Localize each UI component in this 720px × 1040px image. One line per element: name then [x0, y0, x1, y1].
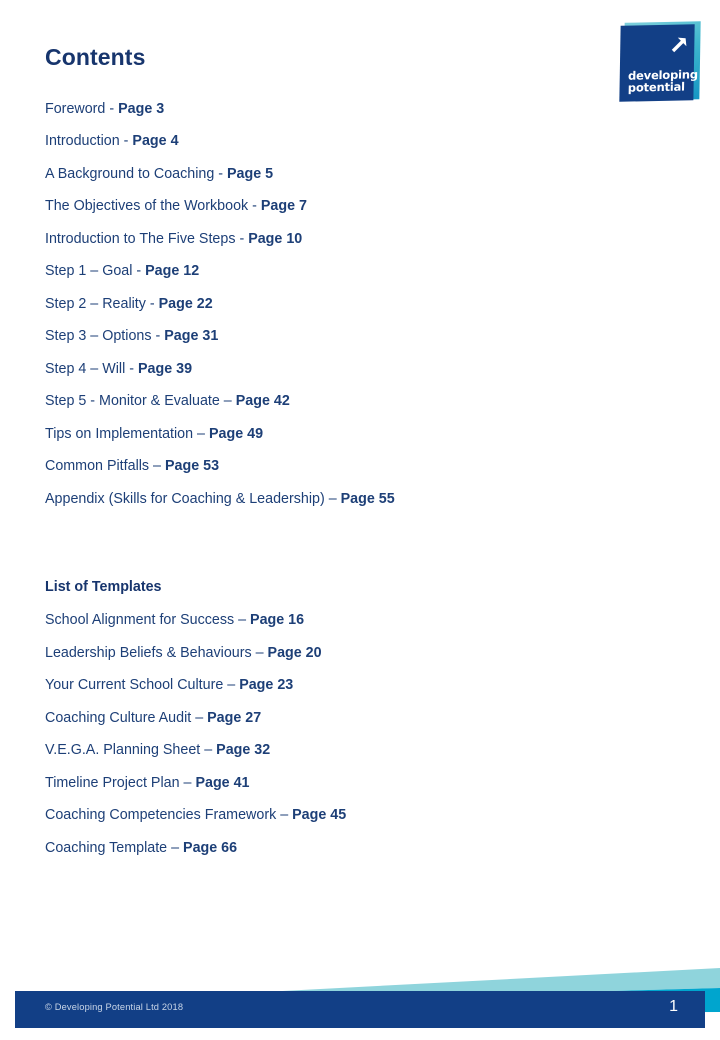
- toc-entry-page: Page 39: [137, 360, 193, 377]
- toc-entry[interactable]: Appendix (Skills for Coaching & Leadersh…: [45, 492, 605, 506]
- template-entry-label: Coaching Culture Audit –: [45, 709, 208, 726]
- toc-entry-page: Page 4: [132, 133, 179, 150]
- template-entry-page: Page 20: [267, 644, 322, 661]
- toc-entry[interactable]: The Objectives of the Workbook - Page 7: [45, 199, 605, 213]
- toc-entry-label: Tips on Implementation –: [45, 425, 209, 442]
- template-entry[interactable]: Coaching Culture Audit – Page 27: [45, 711, 605, 725]
- templates-list: School Alignment for Success – Page 16 Le…: [45, 613, 605, 855]
- template-entry-label: Timeline Project Plan –: [45, 774, 196, 791]
- toc-entry[interactable]: Introduction to The Five Steps - Page 10: [45, 232, 605, 246]
- template-entry[interactable]: V.E.G.A. Planning Sheet – Page 32: [45, 743, 605, 757]
- toc-entry-page: Page 31: [164, 328, 219, 345]
- toc-entry[interactable]: Step 3 – Options - Page 31: [45, 329, 605, 343]
- table-of-contents-list: Foreword - Page 3 Introduction - Page 4 A …: [45, 102, 605, 506]
- toc-entry-page: Page 10: [248, 230, 303, 247]
- developing-potential-logo: developing potential: [619, 21, 701, 104]
- template-entry-label: Your Current School Culture –: [45, 677, 240, 694]
- toc-entry-page: Page 55: [340, 490, 395, 507]
- template-entry-label: V.E.G.A. Planning Sheet –: [45, 742, 217, 759]
- template-entry-page: Page 16: [250, 612, 305, 629]
- arrow-up-right-icon: [666, 32, 692, 58]
- template-entry[interactable]: Timeline Project Plan – Page 41: [45, 776, 605, 790]
- toc-entry[interactable]: Introduction - Page 4: [45, 134, 605, 148]
- toc-entry-label: Step 1 – Goal -: [45, 263, 146, 280]
- page-footer: © Developing Potential Ltd 2018 1: [0, 930, 720, 1040]
- toc-entry[interactable]: Step 2 – Reality - Page 22: [45, 297, 605, 311]
- template-entry-label: School Alignment for Success –: [45, 612, 251, 629]
- template-entry-page: Page 66: [183, 839, 238, 856]
- toc-entry-label: Step 5 - Monitor & Evaluate –: [45, 393, 236, 410]
- template-entry-page: Page 41: [195, 774, 250, 791]
- toc-entry[interactable]: Step 1 – Goal - Page 12: [45, 264, 605, 278]
- toc-entry-page: Page 49: [208, 425, 264, 442]
- toc-entry[interactable]: Common Pitfalls – Page 53: [45, 459, 605, 473]
- toc-entry[interactable]: A Background to Coaching - Page 5: [45, 167, 605, 181]
- toc-entry-label: Step 4 – Will -: [45, 360, 138, 377]
- template-entry[interactable]: School Alignment for Success – Page 16: [45, 613, 605, 627]
- toc-entry[interactable]: Step 5 - Monitor & Evaluate – Page 42: [45, 394, 605, 408]
- page-title: Contents: [45, 44, 146, 70]
- toc-entry-label: Foreword -: [45, 101, 119, 117]
- toc-entry-page: Page 12: [145, 263, 200, 280]
- toc-entry-label: Common Pitfalls –: [45, 458, 165, 475]
- template-entry-label: Coaching Template –: [45, 839, 184, 856]
- toc-entry-label: The Objectives of the Workbook -: [45, 198, 261, 215]
- toc-entry-page: Page 42: [235, 393, 290, 410]
- template-entry[interactable]: Your Current School Culture – Page 23: [45, 678, 605, 692]
- template-entry[interactable]: Coaching Competencies Framework – Page 4…: [45, 808, 605, 822]
- toc-entry-page: Page 22: [158, 295, 213, 312]
- footer-bar: © Developing Potential Ltd 2018 1: [15, 991, 705, 1028]
- template-entry-page: Page 45: [292, 807, 347, 824]
- content-area: Contents Foreword - Page 3 Introduction -…: [45, 44, 605, 873]
- toc-entry-label: Step 3 – Options -: [45, 328, 165, 345]
- toc-entry[interactable]: Tips on Implementation – Page 49: [45, 427, 605, 441]
- toc-entry[interactable]: Step 4 – Will - Page 39: [45, 362, 605, 376]
- page-number: 1: [669, 998, 678, 1015]
- template-entry-page: Page 32: [216, 742, 271, 759]
- toc-entry-page: Page 5: [227, 165, 274, 182]
- toc-entry-label: Step 2 – Reality -: [45, 295, 159, 312]
- toc-entry-label: A Background to Coaching -: [45, 165, 227, 182]
- template-entry[interactable]: Leadership Beliefs & Behaviours – Page 2…: [45, 646, 605, 660]
- toc-entry-page: Page 3: [118, 101, 165, 117]
- logo-wordmark: developing potential: [627, 67, 698, 95]
- template-entry-label: Leadership Beliefs & Behaviours –: [45, 644, 268, 661]
- toc-entry-page: Page 7: [260, 198, 307, 215]
- copyright-text: © Developing Potential Ltd 2018: [45, 1002, 184, 1012]
- toc-entry-page: Page 53: [164, 458, 220, 475]
- toc-entry[interactable]: Foreword - Page 3: [45, 102, 605, 116]
- toc-entry-label: Appendix (Skills for Coaching & Leadersh…: [45, 490, 341, 507]
- toc-entry-label: Introduction -: [45, 133, 133, 150]
- template-entry[interactable]: Coaching Template – Page 66: [45, 841, 605, 855]
- templates-section-title: List of Templates: [45, 579, 162, 596]
- template-entry-page: Page 27: [207, 709, 262, 726]
- template-entry-label: Coaching Competencies Framework –: [45, 807, 293, 824]
- template-entry-page: Page 23: [239, 677, 294, 694]
- logo-line-2: potential: [627, 79, 685, 95]
- toc-entry-label: Introduction to The Five Steps -: [45, 230, 249, 247]
- document-page: developing potential Contents Foreword -…: [0, 0, 720, 1040]
